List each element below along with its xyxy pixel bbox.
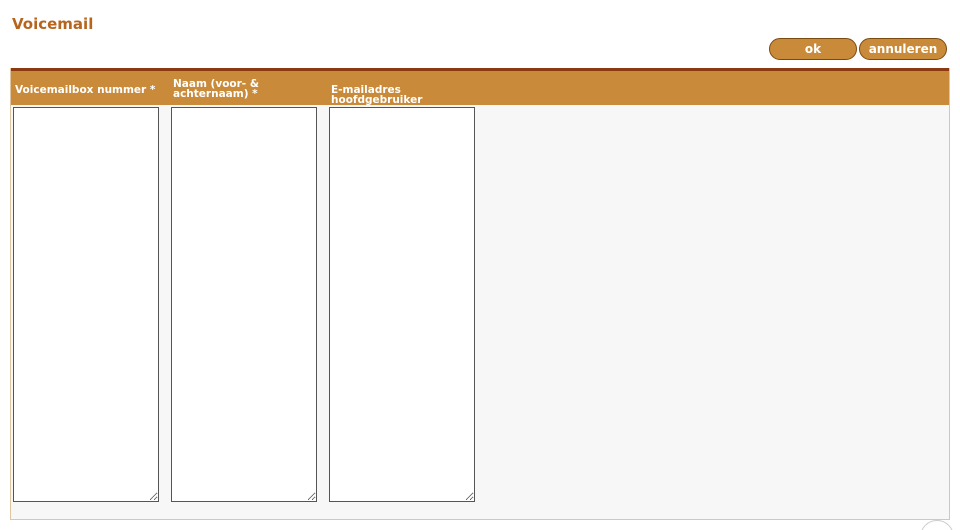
email-field[interactable] <box>329 107 475 502</box>
voicemailbox-number-field[interactable] <box>13 107 159 502</box>
page-title: Voicemail <box>12 15 94 33</box>
voicemail-page: Voicemail ok annuleren Voicemailbox numm… <box>0 0 960 530</box>
cancel-button[interactable]: annuleren <box>859 38 947 60</box>
corner-decoration <box>920 520 954 530</box>
voicemailbox-number-label: Voicemailbox nummer * <box>15 84 156 96</box>
voicemail-form-panel: Voicemailbox nummer * Naam (voor- & acht… <box>10 68 950 520</box>
name-label: Naam (voor- & achternaam) * <box>173 78 259 100</box>
ok-button[interactable]: ok <box>769 38 857 60</box>
name-field[interactable] <box>171 107 317 502</box>
form-header: Voicemailbox nummer * Naam (voor- & acht… <box>11 68 949 105</box>
email-label: E-mailadres hoofdgebruiker <box>331 84 423 106</box>
